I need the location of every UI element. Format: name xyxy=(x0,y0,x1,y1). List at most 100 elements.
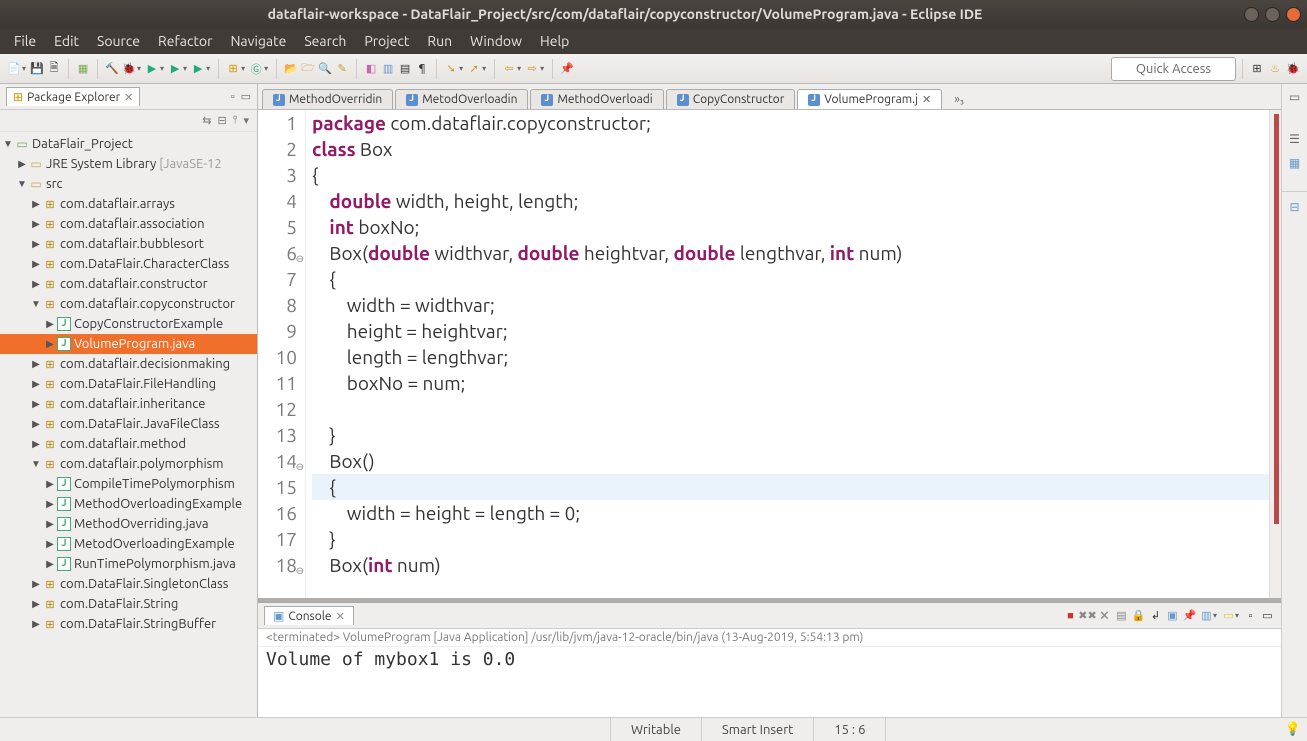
word-wrap-icon[interactable]: ↲ xyxy=(1148,608,1163,623)
maximize-view-icon[interactable]: ▭ xyxy=(241,90,251,103)
code-line[interactable]: Box() xyxy=(312,448,1281,474)
debug-perspective-icon[interactable]: 🐞 xyxy=(1285,61,1301,77)
code-line[interactable]: } xyxy=(312,526,1281,552)
outline-icon[interactable]: ▦ xyxy=(1287,156,1303,172)
java-perspective-icon[interactable]: ♨ xyxy=(1267,61,1283,77)
tree-item[interactable]: ▶MethodOverloadingExample xyxy=(0,494,257,514)
tree-item[interactable]: ▶com.DataFlair.String xyxy=(0,594,257,614)
collapse-all-icon[interactable]: ⊟ xyxy=(217,114,226,127)
close-console-icon[interactable]: ✕ xyxy=(336,610,345,623)
console-output[interactable]: Volume of mybox1 is 0.0 xyxy=(258,647,1281,717)
show-console-icon[interactable]: ▣ xyxy=(1165,608,1180,623)
open-type-icon[interactable]: 📂 xyxy=(283,61,299,77)
editor-tab[interactable]: MetodOverloadin xyxy=(395,89,528,109)
package-explorer-tab[interactable]: ⊞ Package Explorer ✕ xyxy=(6,87,140,106)
tree-item[interactable]: ▶com.DataFlair.FileHandling xyxy=(0,374,257,394)
new-class-icon[interactable]: Ⓖ xyxy=(248,61,264,77)
editor-tab[interactable]: MethodOverloadi xyxy=(530,89,663,109)
close-view-icon[interactable]: ✕ xyxy=(124,91,133,104)
open-task-icon[interactable]: 🗁 xyxy=(300,61,316,77)
code-editor[interactable]: 123456789101112131415161718 package com.… xyxy=(258,110,1281,602)
toggle-breadcrumb-icon[interactable]: ▦ xyxy=(75,61,91,77)
restore-icon[interactable]: ▭ xyxy=(1287,90,1303,106)
console-tab[interactable]: ▣ Console ✕ xyxy=(264,606,354,625)
code-lines[interactable]: package com.dataflair.copyconstructor;cl… xyxy=(306,110,1281,598)
tree-item[interactable]: ▶CompileTimePolymorphism xyxy=(0,474,257,494)
open-console-icon[interactable]: ▭ xyxy=(1221,608,1236,623)
next-annotation-icon[interactable]: ➘ xyxy=(443,61,459,77)
tree-item[interactable]: ▼DataFlair_Project xyxy=(0,134,257,154)
menu-edit[interactable]: Edit xyxy=(46,30,87,52)
code-line[interactable]: class Box xyxy=(312,136,1281,162)
tree-item[interactable]: ▶com.DataFlair.CharacterClass xyxy=(0,254,257,274)
tree-item[interactable]: ▶com.dataflair.arrays xyxy=(0,194,257,214)
search-icon[interactable]: 🔍 xyxy=(317,61,333,77)
code-line[interactable]: { xyxy=(312,162,1281,188)
code-line[interactable]: height = heightvar; xyxy=(312,318,1281,344)
menu-file[interactable]: File xyxy=(6,30,44,52)
code-line[interactable]: boxNo = num; xyxy=(312,370,1281,396)
menu-search[interactable]: Search xyxy=(296,30,354,52)
pin-icon[interactable]: ¶ xyxy=(414,61,430,77)
new-icon[interactable]: 📄 xyxy=(6,61,22,77)
tree-item[interactable]: ▶com.dataflair.decisionmaking xyxy=(0,354,257,374)
tree-item[interactable]: ▶com.DataFlair.StringBuffer xyxy=(0,614,257,634)
overview-ruler[interactable] xyxy=(1269,110,1281,598)
clear-console-icon[interactable]: ▤ xyxy=(1114,608,1129,623)
tree-item[interactable]: ▶MethodOverriding.java xyxy=(0,514,257,534)
save-all-icon[interactable]: 🗎 xyxy=(46,61,62,77)
package-tree[interactable]: ▼DataFlair_Project▶JRE System Library [J… xyxy=(0,132,257,717)
pin-console-icon[interactable]: 📌 xyxy=(1182,608,1197,623)
tip-icon[interactable]: 💡 xyxy=(1285,722,1301,737)
new-pkg-icon[interactable]: ⊞ xyxy=(225,61,241,77)
code-line[interactable] xyxy=(312,396,1281,422)
remove-all-icon[interactable]: 🗙 xyxy=(1097,608,1112,623)
code-line[interactable]: double width, height, length; xyxy=(312,188,1281,214)
more-tabs-indicator[interactable]: »₃ xyxy=(948,90,970,109)
editor-tab[interactable]: VolumeProgram.j ✕ xyxy=(797,89,942,109)
pin-editor-icon[interactable]: 📌 xyxy=(559,61,575,77)
tree-item[interactable]: ▶MetodOverloadingExample xyxy=(0,534,257,554)
remove-launch-icon[interactable]: ✖✖ xyxy=(1080,608,1095,623)
minimize-view-icon[interactable]: ▫ xyxy=(231,91,235,103)
menu-refactor[interactable]: Refactor xyxy=(150,30,220,52)
code-line[interactable]: Box(double widthvar, double heightvar, d… xyxy=(312,240,1281,266)
tree-item[interactable]: ▶com.dataflair.inheritance xyxy=(0,394,257,414)
display-icon[interactable]: ▥ xyxy=(1199,608,1214,623)
close-button[interactable] xyxy=(1286,7,1301,22)
max-console-icon[interactable]: ▭ xyxy=(1260,608,1275,623)
view-menu-icon[interactable]: ▾ xyxy=(243,114,249,127)
tree-item[interactable]: ▶JRE System Library [JavaSE-12 xyxy=(0,154,257,174)
maximize-button[interactable] xyxy=(1265,7,1280,22)
tree-item[interactable]: ▶VolumeProgram.java xyxy=(0,334,257,354)
code-line[interactable]: width = widthvar; xyxy=(312,292,1281,318)
prev-annotation-icon[interactable]: ➚ xyxy=(466,61,482,77)
code-line[interactable]: length = lengthvar; xyxy=(312,344,1281,370)
tree-item[interactable]: ▼com.dataflair.polymorphism xyxy=(0,454,257,474)
close-tab-icon[interactable]: ✕ xyxy=(922,93,931,106)
tree-item[interactable]: ▶com.dataflair.constructor xyxy=(0,274,257,294)
tree-item[interactable]: ▶com.DataFlair.JavaFileClass xyxy=(0,414,257,434)
menu-navigate[interactable]: Navigate xyxy=(222,30,294,52)
tree-item[interactable]: ▶com.dataflair.method xyxy=(0,434,257,454)
open-perspective-icon[interactable]: ⊞ xyxy=(1249,61,1265,77)
quick-access-input[interactable]: Quick Access xyxy=(1111,57,1236,81)
code-line[interactable]: Box(int num) xyxy=(312,552,1281,578)
scroll-lock-icon[interactable]: 🔒 xyxy=(1131,608,1146,623)
task-list-icon[interactable]: ☰ xyxy=(1287,132,1303,148)
minimize-button[interactable] xyxy=(1244,7,1259,22)
tree-item[interactable]: ▶com.DataFlair.SingletonClass xyxy=(0,574,257,594)
tree-item[interactable]: ▼src xyxy=(0,174,257,194)
code-line[interactable]: { xyxy=(312,474,1281,500)
tree-item[interactable]: ▼com.dataflair.copyconstructor xyxy=(0,294,257,314)
code-line[interactable]: } xyxy=(312,422,1281,448)
code-line[interactable]: int boxNo; xyxy=(312,214,1281,240)
code-line[interactable]: { xyxy=(312,266,1281,292)
forward-icon[interactable]: ⇨ xyxy=(524,61,540,77)
wand-icon[interactable]: ✎ xyxy=(334,61,350,77)
run-icon[interactable]: ▶ xyxy=(144,61,160,77)
editor-tab[interactable]: MethodOverridin xyxy=(262,89,393,109)
tree-item[interactable]: ▶RunTimePolymorphism.java xyxy=(0,554,257,574)
save-icon[interactable]: 💾 xyxy=(29,61,45,77)
min-console-icon[interactable]: ▫ xyxy=(1243,608,1258,623)
